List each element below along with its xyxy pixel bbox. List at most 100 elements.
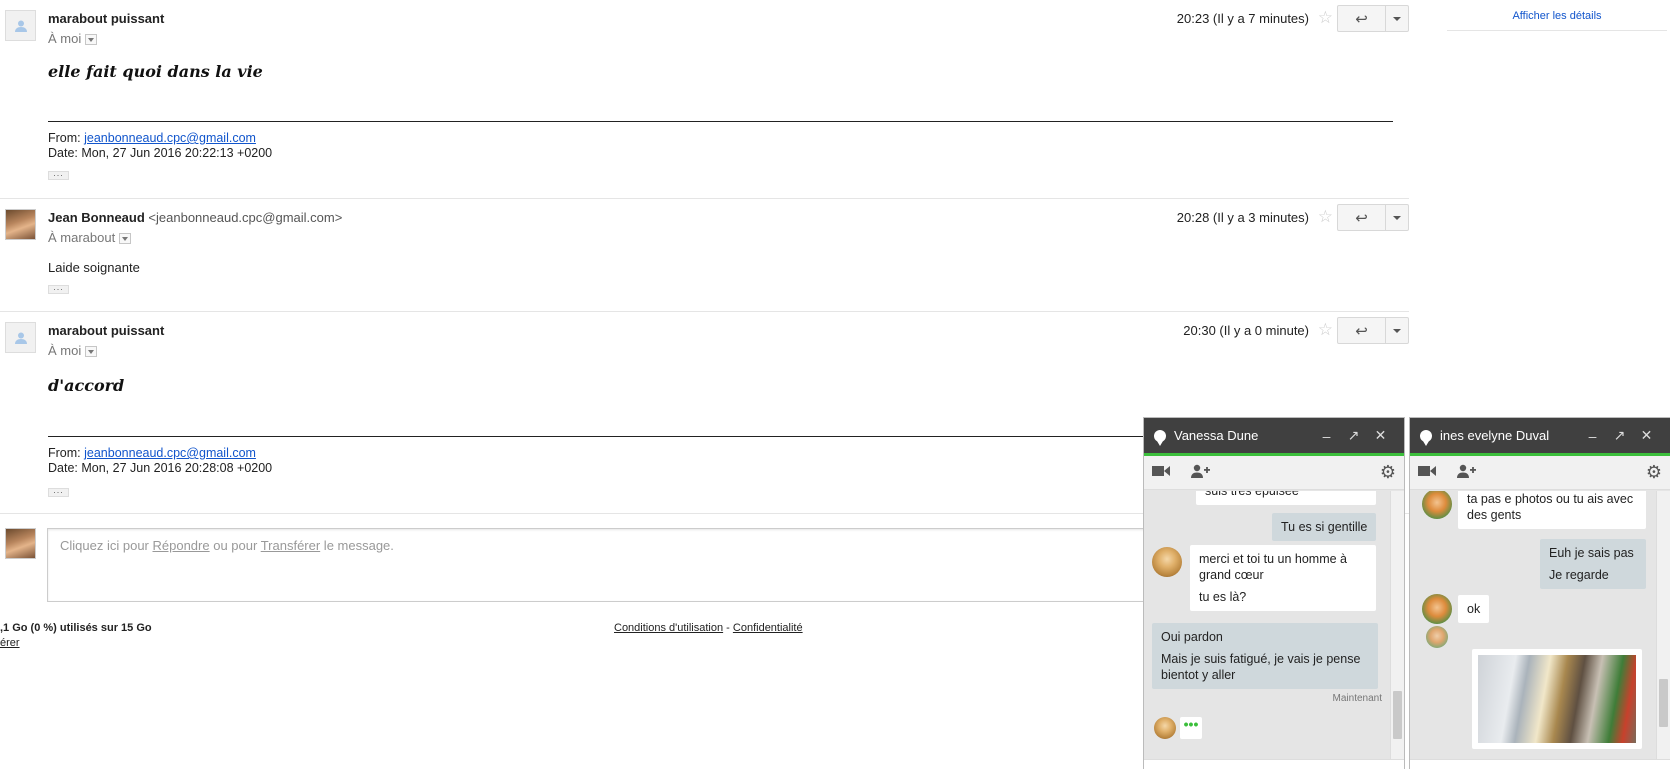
recipient-details-icon[interactable] [85,346,98,358]
reply-button-group: ↩ [1337,204,1409,231]
chat-header[interactable]: Vanessa Dune – ↗ ✕ [1144,418,1404,456]
contact-avatar [1422,491,1452,519]
avatar [5,209,36,240]
star-icon[interactable]: ☆ [1318,9,1333,26]
sender-email: <jeanbonneaud.cpc@gmail.com> [148,210,343,225]
recipient-line: À moi [48,31,98,46]
sender-name[interactable]: Jean Bonneaud <jeanbonneaud.cpc@gmail.co… [48,210,342,225]
chat-title[interactable]: Vanessa Dune [1174,428,1313,443]
person-icon [14,20,27,32]
show-trimmed-content-button[interactable]: ... [48,169,69,180]
person-icon [14,332,27,344]
message-1: marabout puissant À moi 20:23 (Il y a 7 … [0,0,1409,199]
minimize-icon[interactable]: – [1313,428,1340,444]
sender-name[interactable]: marabout puissant [48,323,164,338]
chat-scrollbar[interactable] [1390,491,1404,759]
chat-line: Je regarde [1549,568,1609,582]
chat-header[interactable]: ines evelyne Duval – ↗ ✕ [1410,418,1670,456]
chat-window-ines: ines evelyne Duval – ↗ ✕ ⚙ ta pas e phot… [1409,417,1670,769]
reply-link[interactable]: Répondre [153,538,210,553]
chat-toolbar: ⚙ [1144,456,1404,490]
from-email-link[interactable]: jeanbonneaud.cpc@gmail.com [84,131,256,145]
chat-toolbar: ⚙ [1410,456,1670,490]
quoted-from: From: jeanbonneaud.cpc@gmail.com [48,445,256,461]
chat-message-outgoing: Tu es si gentille [1272,513,1377,541]
contact-avatar [1154,717,1176,739]
reply-box[interactable]: Cliquez ici pour Répondre ou pour Transf… [47,528,1207,602]
add-person-icon[interactable] [1190,464,1228,482]
popout-icon[interactable]: ↗ [1606,427,1633,444]
reply-icon[interactable]: ↩ [1338,6,1386,31]
chat-message-outgoing: Oui pardon Mais je suis fatigué, je vais… [1152,623,1378,689]
chat-title[interactable]: ines evelyne Duval [1440,428,1579,443]
close-icon[interactable]: ✕ [1633,427,1660,444]
chat-photo-message[interactable] [1472,649,1642,749]
from-label: From: [48,131,81,145]
avatar [5,10,36,41]
chat-line: Mais je suis fatigué, je vais je pense b… [1161,652,1361,682]
show-trimmed-content-button[interactable]: ... [48,283,69,294]
reply-icon[interactable]: ↩ [1338,318,1386,343]
manage-storage-link[interactable]: érer [0,637,20,649]
quoted-date: Date: Mon, 27 Jun 2016 20:28:08 +0200 [48,461,273,475]
chat-bubble-icon [1154,429,1166,446]
recipient-line: À marabout [48,230,132,245]
chat-messages[interactable]: ta pas e photos ou tu ais avec des gents… [1410,491,1656,759]
recipient-details-icon[interactable] [119,233,132,245]
shared-photo[interactable] [1478,655,1636,743]
chat-window-vanessa: Vanessa Dune – ↗ ✕ ⚙ suis très épuisée T… [1143,417,1405,769]
message-body: Laide soignante [48,260,140,275]
chat-message: ok [1458,595,1490,623]
more-options-icon[interactable] [1386,205,1408,230]
message-body: elle fait quoi dans la vie [48,62,263,81]
privacy-link[interactable]: Confidentialité [733,622,803,634]
minimize-icon[interactable]: – [1579,428,1606,444]
chat-input[interactable] [1410,759,1670,769]
settings-icon[interactable]: ⚙ [1380,462,1396,483]
show-trimmed-content-button[interactable]: ... [48,486,69,497]
sender-name[interactable]: marabout puissant [48,11,164,26]
quoted-from: From: jeanbonneaud.cpc@gmail.com [48,130,256,146]
reply-button-group: ↩ [1337,317,1409,344]
add-person-icon[interactable] [1456,464,1494,482]
message-time: 20:28 (Il y a 3 minutes) [1176,210,1309,225]
more-options-icon[interactable] [1386,6,1408,31]
avatar [5,322,36,353]
settings-icon[interactable]: ⚙ [1646,462,1662,483]
recipient-label: À moi [48,343,82,358]
close-icon[interactable]: ✕ [1367,427,1394,444]
popout-icon[interactable]: ↗ [1340,427,1367,444]
footer-links: Conditions d'utilisation - Confidentiali… [614,622,803,634]
message-time: 20:23 (Il y a 7 minutes) [1176,11,1309,26]
recipient-line: À moi [48,343,98,358]
terms-link[interactable]: Conditions d'utilisation [614,622,723,634]
chat-input[interactable] [1144,759,1404,769]
message-2: Jean Bonneaud <jeanbonneaud.cpc@gmail.co… [0,199,1409,312]
chat-line: merci et toi tu un homme à grand cœur [1199,552,1347,582]
star-icon[interactable]: ☆ [1318,321,1333,338]
from-email-link[interactable]: jeanbonneaud.cpc@gmail.com [84,446,256,460]
star-icon[interactable]: ☆ [1318,208,1333,225]
contact-avatar [1422,594,1452,624]
chat-line: Euh je sais pas [1549,546,1634,560]
chat-messages[interactable]: suis très épuisée Tu es si gentille merc… [1144,491,1390,759]
message-timestamp: Maintenant [1332,693,1382,704]
video-call-icon[interactable] [1152,464,1190,481]
from-label: From: [48,446,81,460]
reply-icon[interactable]: ↩ [1338,205,1386,230]
recipient-details-icon[interactable] [85,34,98,46]
message-time: 20:30 (Il y a 0 minute) [1183,323,1309,338]
chat-message: merci et toi tu un homme à grand cœur tu… [1190,545,1376,611]
chat-line: Oui pardon [1161,630,1223,644]
chat-bubble-icon [1420,429,1432,446]
reply-suffix: le message. [320,538,394,553]
quote-divider [48,121,1393,122]
video-call-icon[interactable] [1418,464,1456,481]
chat-scrollbar[interactable] [1656,491,1670,759]
sender-label: Jean Bonneaud [48,210,145,225]
more-options-icon[interactable] [1386,318,1408,343]
my-avatar [5,528,36,559]
show-details-link[interactable]: Afficher les détails [1447,10,1667,31]
recipient-label: À moi [48,31,82,46]
forward-link[interactable]: Transférer [261,538,320,553]
